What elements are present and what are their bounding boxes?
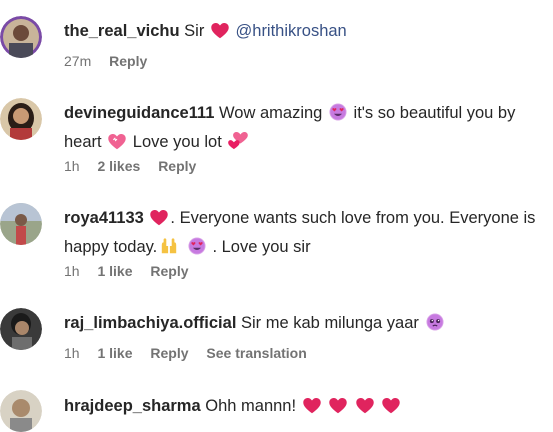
timestamp: 1h xyxy=(64,158,80,174)
sparkling-heart-icon xyxy=(108,132,126,158)
see-translation-button[interactable]: See translation xyxy=(206,345,306,361)
comment-meta: 27m Reply xyxy=(64,53,161,69)
username[interactable]: the_real_vichu xyxy=(64,22,180,40)
mention-link[interactable]: @hrithikroshan xyxy=(236,22,347,40)
red-heart-icon xyxy=(356,396,374,422)
red-heart-icon xyxy=(150,208,169,234)
red-heart-icon xyxy=(211,21,229,47)
avatar[interactable] xyxy=(0,98,42,140)
heart-eyes-emoji-icon xyxy=(329,103,347,129)
comment-text: roya41133 . Everyone wants such love fro… xyxy=(64,205,547,263)
reply-button[interactable]: Reply xyxy=(150,263,188,279)
reply-button[interactable]: Reply xyxy=(109,53,147,69)
username[interactable]: devineguidance111 xyxy=(64,104,214,122)
reply-button[interactable]: Reply xyxy=(158,158,196,174)
comment-meta: 1h 1 like Reply xyxy=(64,263,203,279)
avatar[interactable] xyxy=(0,203,42,245)
likes-count[interactable]: 1 like xyxy=(97,263,132,279)
comment-text: devineguidance111 Wow amazing it's so be… xyxy=(64,100,547,158)
heart-eyes-emoji-icon xyxy=(188,237,206,263)
comment-meta: 1h 2 likes Reply xyxy=(64,158,210,174)
timestamp: 27m xyxy=(64,53,92,69)
avatar[interactable] xyxy=(0,308,42,350)
avatar[interactable] xyxy=(0,390,42,432)
username[interactable]: raj_limbachiya.official xyxy=(64,314,236,332)
username[interactable]: roya41133 xyxy=(64,209,144,227)
pleading-face-icon xyxy=(425,313,444,339)
reply-button[interactable]: Reply xyxy=(150,345,188,361)
red-heart-icon xyxy=(329,396,347,422)
red-heart-icon xyxy=(382,396,401,422)
raising-hands-icon xyxy=(159,237,179,263)
likes-count[interactable]: 1 like xyxy=(97,345,132,361)
avatar[interactable] xyxy=(0,16,42,58)
comment-text: the_real_vichu Sir @hrithikroshan xyxy=(64,18,547,47)
timestamp: 1h xyxy=(64,263,80,279)
timestamp: 1h xyxy=(64,345,80,361)
comment-meta: 1h 1 like Reply See translation xyxy=(64,345,321,361)
comment-text: raj_limbachiya.official Sir me kab milun… xyxy=(64,310,547,339)
comment-text: hrajdeep_sharma Ohh mannn! xyxy=(64,393,547,422)
likes-count[interactable]: 2 likes xyxy=(97,158,140,174)
username[interactable]: hrajdeep_sharma xyxy=(64,397,201,415)
two-hearts-icon xyxy=(228,132,249,158)
red-heart-icon xyxy=(302,396,321,422)
